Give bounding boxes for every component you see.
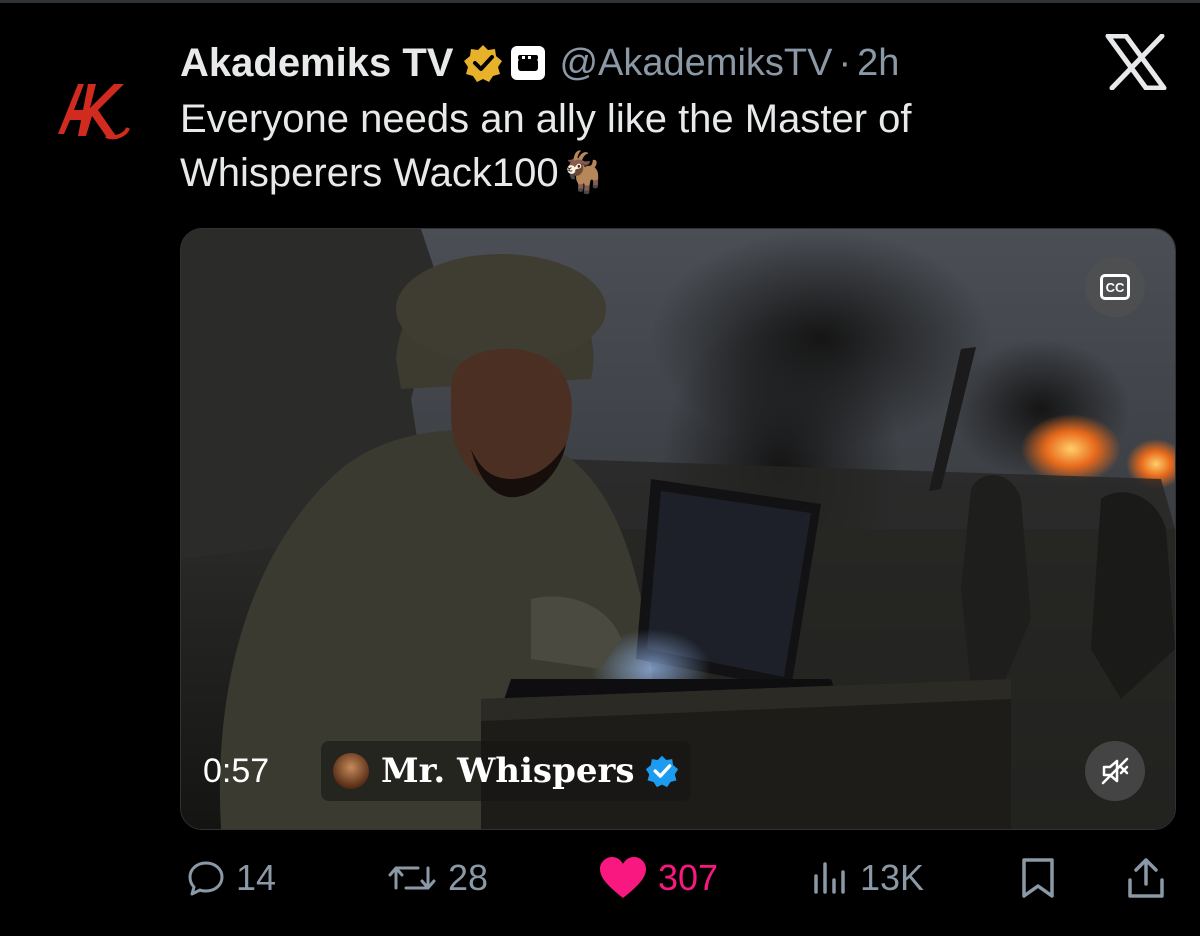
- reply-button[interactable]: 14: [186, 848, 276, 908]
- bookmark-icon: [1022, 858, 1054, 898]
- goat-emoji: 🐐: [558, 151, 609, 195]
- post-text: Everyone needs an ally like the Master o…: [180, 92, 1060, 200]
- author-avatar[interactable]: [44, 62, 136, 154]
- views-icon: [814, 862, 845, 894]
- battlefield-scene-image: [181, 229, 1175, 829]
- video-duration: 0:57: [203, 751, 270, 790]
- reply-icon: [188, 861, 224, 896]
- video-player[interactable]: CC 0:57 Mr. Whispers: [180, 228, 1176, 830]
- attribution-avatar: [333, 753, 369, 789]
- views-button[interactable]: 13K: [810, 848, 924, 908]
- mute-icon: [1101, 757, 1129, 785]
- captions-button[interactable]: CC: [1085, 257, 1145, 317]
- like-count: 307: [658, 857, 719, 898]
- bookmark-button[interactable]: [1018, 848, 1068, 908]
- ak-logo-icon: [58, 84, 130, 140]
- post-time[interactable]: 2h: [857, 42, 899, 85]
- attribution-name: Mr. Whispers: [381, 751, 635, 791]
- share-icon: [1128, 858, 1164, 898]
- views-count: 13K: [860, 857, 925, 898]
- author-handle[interactable]: @AkademiksTV: [559, 42, 832, 85]
- repost-button[interactable]: 28: [386, 848, 488, 908]
- post-text-body: Everyone needs an ally like the Master o…: [180, 97, 912, 195]
- mute-button[interactable]: [1085, 741, 1145, 801]
- verified-blue-icon: [645, 755, 678, 788]
- post-actions: 14 28 307 13K: [180, 848, 1174, 908]
- cc-icon: CC: [1100, 274, 1130, 300]
- share-button[interactable]: [1126, 848, 1176, 908]
- x-logo-icon[interactable]: [1104, 34, 1168, 90]
- video-attribution[interactable]: Mr. Whispers: [321, 741, 691, 801]
- repost-count: 28: [448, 857, 489, 898]
- author-name[interactable]: Akademiks TV: [180, 41, 453, 86]
- separator-dot: ·: [838, 41, 852, 84]
- verified-gold-icon[interactable]: [463, 43, 503, 83]
- top-divider: [0, 0, 1200, 3]
- reply-count: 14: [236, 857, 277, 898]
- like-button[interactable]: 307: [598, 848, 718, 908]
- repost-icon: [388, 866, 436, 890]
- post-header: Akademiks TV @AkademiksTV · 2h: [180, 28, 899, 98]
- affiliate-badge-icon[interactable]: [511, 46, 546, 80]
- like-icon: [600, 857, 646, 898]
